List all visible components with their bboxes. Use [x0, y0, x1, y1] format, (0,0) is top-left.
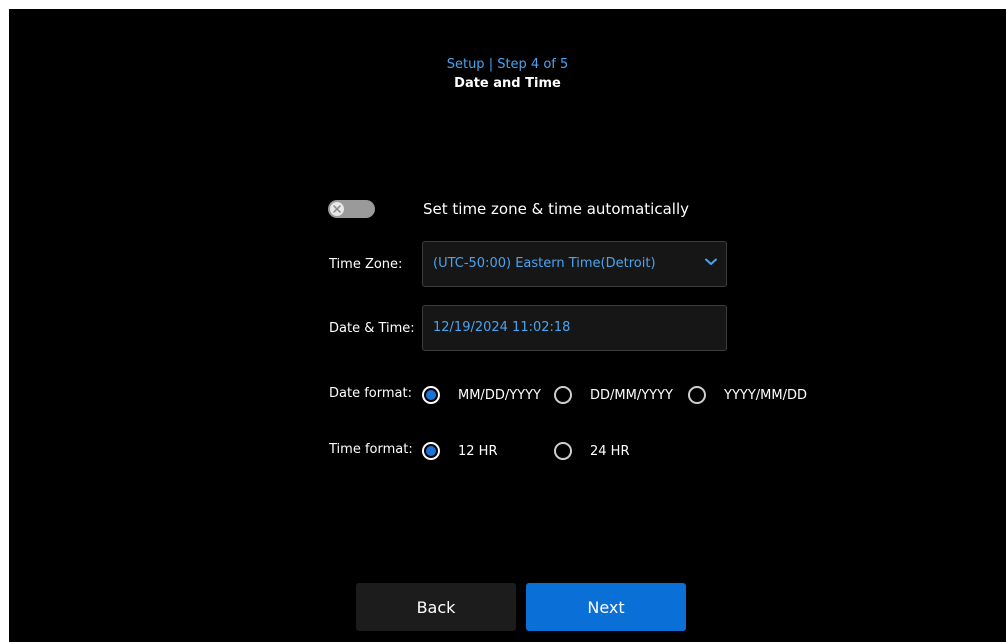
date-time-label: Date & Time:: [329, 321, 415, 336]
auto-time-toggle[interactable]: [328, 200, 375, 218]
radio-selected-icon: [422, 442, 440, 460]
close-icon: [333, 205, 341, 213]
toggle-knob: [330, 202, 344, 216]
radio-label: 12 HR: [458, 443, 498, 459]
date-time-input[interactable]: [433, 320, 713, 335]
time-format-label: Time format:: [329, 442, 413, 457]
radio-label: 24 HR: [590, 443, 630, 459]
time-format-option-12hr[interactable]: 12 HR: [422, 440, 497, 462]
auto-time-label: Set time zone & time automatically: [423, 200, 689, 218]
date-format-option-dd-mm-yyyy[interactable]: DD/MM/YYYY: [554, 384, 673, 406]
radio-unselected-icon: [554, 442, 572, 460]
step-indicator: Setup | Step 4 of 5: [446, 57, 569, 72]
date-format-option-mm-dd-yyyy[interactable]: MM/DD/YYYY: [422, 384, 541, 406]
page-title: Date and Time: [454, 76, 561, 91]
back-button[interactable]: Back: [356, 583, 516, 631]
date-format-option-yyyy-mm-dd[interactable]: YYYY/MM/DD: [688, 384, 807, 406]
setup-screen: Setup | Step 4 of 5 Date and Time Set ti…: [9, 9, 1006, 642]
time-zone-dropdown[interactable]: (UTC-50:00) Eastern Time(Detroit): [422, 241, 727, 287]
radio-label: YYYY/MM/DD: [724, 387, 807, 403]
radio-unselected-icon: [688, 386, 706, 404]
radio-unselected-icon: [554, 386, 572, 404]
radio-selected-icon: [422, 386, 440, 404]
radio-label: MM/DD/YYYY: [458, 387, 541, 403]
time-format-option-24hr[interactable]: 24 HR: [554, 440, 629, 462]
chevron-down-icon: [705, 258, 717, 265]
radio-label: DD/MM/YYYY: [590, 387, 673, 403]
time-zone-value: (UTC-50:00) Eastern Time(Detroit): [433, 256, 656, 271]
date-format-label: Date format:: [329, 386, 412, 401]
next-button[interactable]: Next: [526, 583, 686, 631]
header: Setup | Step 4 of 5 Date and Time: [9, 56, 1006, 93]
time-zone-label: Time Zone:: [329, 257, 403, 272]
date-time-field[interactable]: [422, 305, 727, 351]
